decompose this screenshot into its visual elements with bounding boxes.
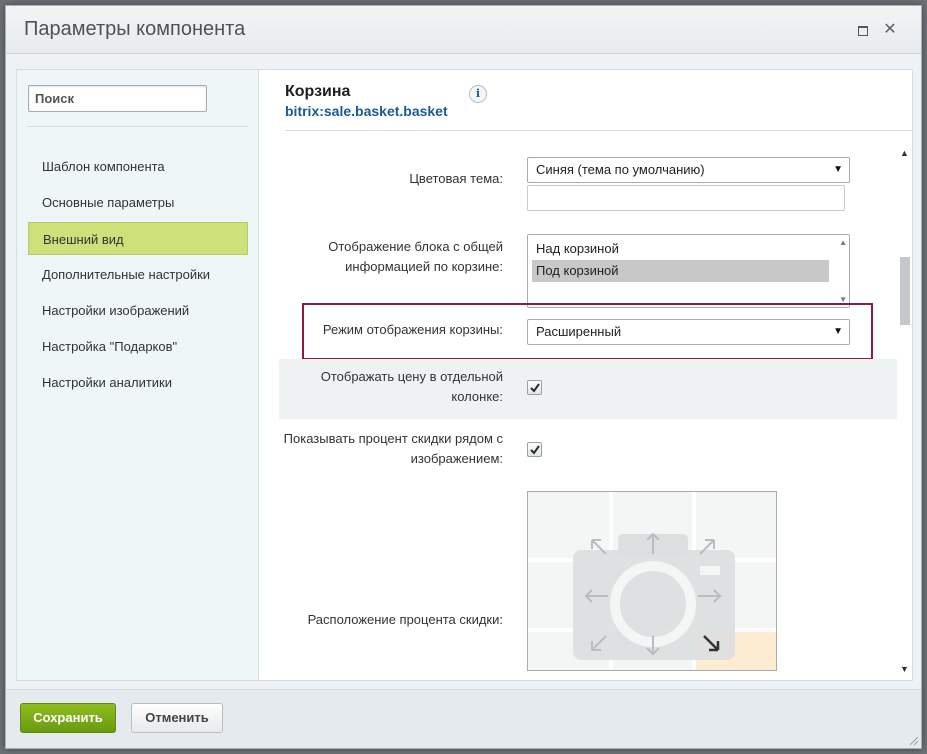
total-block-label: Отображение блока с общей информацией по… (279, 237, 503, 277)
save-button[interactable]: Сохранить (20, 703, 116, 733)
list-option-above[interactable]: Над корзиной (532, 238, 829, 260)
price-column-label-line2: колонке: (451, 389, 503, 404)
price-column-label: Отображать цену в отдельной колонке: (279, 367, 503, 407)
color-theme-label: Цветовая тема: (409, 171, 503, 186)
price-column-label-line1: Отображать цену в отдельной (320, 369, 503, 384)
color-theme-select[interactable]: Синяя (тема по умолчанию) ▼ (527, 157, 850, 183)
price-column-checkbox[interactable] (527, 380, 542, 395)
sidebar-divider (27, 126, 248, 127)
dropdown-arrow-icon: ▼ (833, 164, 843, 175)
info-icon[interactable]: i (469, 85, 487, 103)
settings-scroll-area: Цветовая тема: Синяя (тема по умолчанию)… (279, 145, 912, 680)
cancel-button[interactable]: Отменить (131, 703, 223, 733)
color-theme-value: Синяя (тема по умолчанию) (536, 162, 705, 177)
checkmark-icon (530, 383, 540, 393)
total-block-listbox[interactable]: Над корзиной Под корзиной ▲ ▼ (527, 234, 850, 308)
component-settings-dialog: Параметры компонента ✕ Шаблон компонента… (5, 5, 922, 749)
search-input[interactable] (28, 85, 207, 112)
dialog-content: Шаблон компонента Основные параметры Вне… (16, 69, 913, 681)
scroll-up-icon[interactable]: ▲ (897, 148, 912, 162)
resize-handle-icon[interactable] (909, 736, 919, 746)
list-option-below[interactable]: Под корзиной (532, 260, 829, 282)
sidebar-item-additional[interactable]: Дополнительные настройки (28, 258, 248, 291)
display-mode-label: Режим отображения корзины: (322, 322, 503, 337)
dialog-titlebar[interactable]: Параметры компонента ✕ (6, 6, 921, 54)
discount-percent-label-line1: Показывать процент скидки рядом с (283, 431, 503, 446)
sidebar-item-main-params[interactable]: Основные параметры (28, 186, 248, 219)
sidebar-item-analytics[interactable]: Настройки аналитики (28, 366, 248, 399)
scrollbar-thumb[interactable] (900, 257, 910, 325)
discount-position-label: Расположение процента скидки: (307, 612, 503, 627)
sidebar-item-template[interactable]: Шаблон компонента (28, 150, 248, 183)
total-block-label-line1: Отображение блока с общей (328, 239, 503, 254)
discount-percent-checkbox[interactable] (527, 442, 542, 457)
sidebar-item-images[interactable]: Настройки изображений (28, 294, 248, 327)
discount-percent-label: Показывать процент скидки рядом с изобра… (279, 429, 503, 469)
sidebar-item-appearance[interactable]: Внешний вид (28, 222, 248, 255)
display-mode-select[interactable]: Расширенный ▼ (527, 319, 850, 345)
sidebar: Шаблон компонента Основные параметры Вне… (17, 70, 259, 680)
scroll-up-icon[interactable]: ▲ (839, 238, 847, 247)
discount-position-picker[interactable] (527, 491, 777, 671)
dialog-footer: Сохранить Отменить (6, 689, 921, 748)
checkmark-icon (530, 445, 540, 455)
total-block-label-line2: информацией по корзине: (345, 259, 503, 274)
sidebar-item-gifts[interactable]: Настройка "Подарков" (28, 330, 248, 363)
component-name: Корзина (285, 83, 351, 100)
settings-main: Корзина bitrix:sale.basket.basket i Цвет… (279, 70, 912, 680)
dialog-title: Параметры компонента (24, 18, 246, 40)
header-divider (285, 130, 912, 131)
color-theme-custom-input[interactable] (527, 185, 845, 211)
scroll-down-icon[interactable]: ▼ (897, 664, 912, 678)
vertical-scrollbar[interactable]: ▲ ▼ (897, 145, 912, 680)
discount-percent-label-line2: изображением: (410, 451, 503, 466)
close-icon[interactable]: ✕ (883, 22, 897, 38)
display-mode-value: Расширенный (536, 324, 622, 339)
maximize-icon[interactable] (855, 23, 869, 37)
component-code: bitrix:sale.basket.basket (285, 103, 448, 119)
position-grid-graphic (528, 492, 776, 670)
dropdown-arrow-icon: ▼ (833, 326, 843, 337)
